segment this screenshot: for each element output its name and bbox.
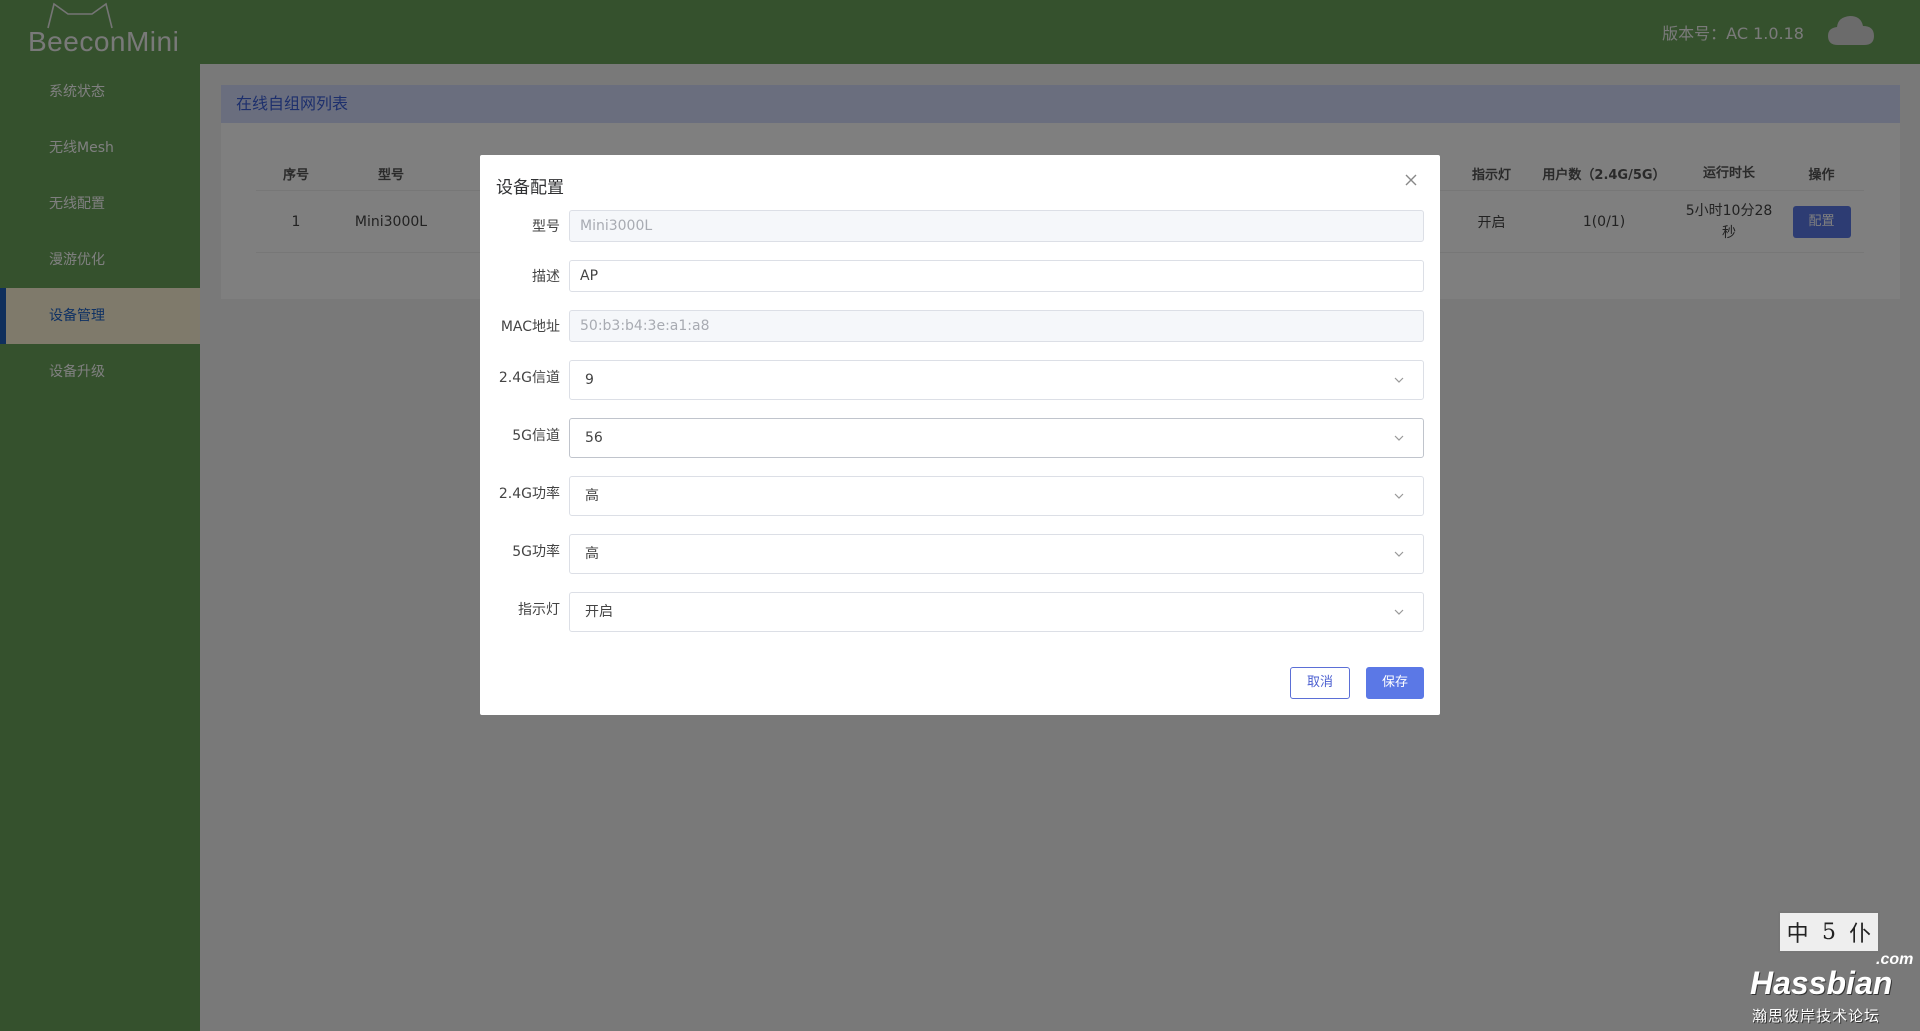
chevron-down-icon [1394, 377, 1404, 383]
power-5g-value: 高 [585, 546, 599, 562]
cancel-button[interactable]: 取消 [1290, 667, 1350, 699]
save-button[interactable]: 保存 [1366, 667, 1424, 699]
dialog-title: 设备配置 [496, 178, 564, 198]
power-5g-select[interactable]: 高 [569, 534, 1424, 574]
mac-label: MAC地址 [500, 319, 560, 335]
device-config-dialog: 设备配置 型号 Mini3000L 描述 AP MAC地址 50:b3:b4:3… [480, 155, 1440, 715]
led-value: 开启 [585, 604, 613, 620]
model-label: 型号 [532, 219, 560, 235]
watermark-seal: 中 5 仆 [1778, 911, 1880, 953]
led-label: 指示灯 [518, 602, 560, 618]
power-5g-label: 5G功率 [512, 544, 560, 560]
channel-24g-label: 2.4G信道 [498, 370, 560, 386]
chevron-down-icon [1394, 493, 1404, 499]
power-24g-select[interactable]: 高 [569, 476, 1424, 516]
chevron-down-icon [1394, 609, 1404, 615]
power-24g-value: 高 [585, 488, 599, 504]
channel-24g-select[interactable]: 9 [569, 360, 1424, 400]
forum-watermark: 中 5 仆 .com Hassbian 瀚思彼岸技术论坛 [1750, 901, 1920, 1031]
description-input[interactable]: AP [569, 260, 1424, 292]
channel-5g-select[interactable]: 56 [569, 418, 1424, 458]
mac-field: 50:b3:b4:3e:a1:a8 [569, 310, 1424, 342]
watermark-name: Hassbian [1750, 965, 1893, 1001]
channel-5g-label: 5G信道 [512, 428, 560, 444]
channel-5g-value: 56 [585, 430, 603, 446]
power-24g-label: 2.4G功率 [498, 486, 560, 502]
led-select[interactable]: 开启 [569, 592, 1424, 632]
close-icon[interactable] [1400, 169, 1422, 191]
chevron-down-icon [1394, 551, 1404, 557]
model-field: Mini3000L [569, 210, 1424, 242]
chevron-down-icon [1394, 435, 1404, 441]
description-label: 描述 [532, 269, 560, 285]
watermark-subtitle: 瀚思彼岸技术论坛 [1752, 1007, 1881, 1025]
channel-24g-value: 9 [585, 372, 594, 388]
